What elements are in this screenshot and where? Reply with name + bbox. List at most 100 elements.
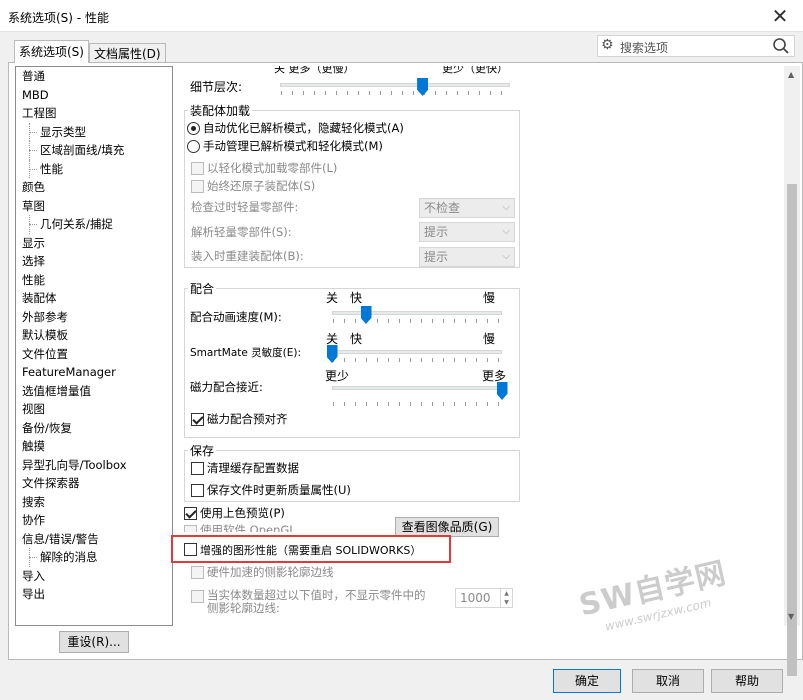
tree-item[interactable]: 导入 — [16, 567, 172, 586]
resolve-value: 提示 — [424, 225, 449, 239]
chk-hw-silhouette[interactable] — [191, 566, 204, 579]
tree-item[interactable]: 导出 — [16, 585, 172, 604]
tree-item[interactable]: 区域剖面线/填充 — [16, 141, 172, 160]
tree-item[interactable]: 选择 — [16, 252, 172, 271]
anim-speed-label: 配合动画速度(M): — [190, 310, 282, 324]
tree-item[interactable]: 外部参考 — [16, 308, 172, 327]
rebuild-value: 提示 — [424, 250, 449, 264]
tree-item[interactable]: 视图 — [16, 400, 172, 419]
radio-manual[interactable] — [187, 140, 200, 153]
chk-hide-silhouette[interactable] — [191, 590, 204, 603]
tree-item[interactable]: 默认模板 — [16, 326, 172, 345]
chk-purge-cache-label: 清理缓存配置数据 — [207, 461, 299, 475]
view-image-quality-button[interactable]: 查看图像品质(G) — [395, 517, 499, 537]
title-bar: 系统选项(S) - 性能 ✕ — [0, 0, 803, 32]
mate-title: 配合 — [188, 280, 217, 297]
tree-item[interactable]: 文件位置 — [16, 345, 172, 364]
smartmate-track[interactable] — [332, 350, 502, 354]
tree-item[interactable]: 装配体 — [16, 289, 172, 308]
scroll-down-icon[interactable]: ▼ — [788, 612, 794, 621]
spinner-arrows-icon[interactable]: ▲ ▼ — [500, 589, 512, 607]
chk-update-mass[interactable] — [191, 484, 204, 497]
smartmate-ticks — [332, 358, 502, 362]
close-icon[interactable]: ✕ — [757, 0, 803, 32]
tree-item[interactable]: 性能 — [16, 271, 172, 290]
sm-slow-label: 慢 — [483, 332, 496, 346]
magnet-label: 磁力配合接近: — [190, 380, 263, 394]
search-placeholder: 搜索选项 — [620, 41, 669, 55]
check-outdated-select[interactable]: 不检查 ⌵ — [419, 198, 515, 218]
chk-load-lightweight[interactable] — [191, 162, 204, 175]
chevron-down-icon: ⌵ — [502, 226, 510, 237]
silhouette-threshold-value: 1000 — [460, 591, 491, 605]
tree-item[interactable]: 草图 — [16, 197, 172, 216]
chk-shaded-preview[interactable] — [184, 507, 197, 520]
tree-item[interactable]: 协作 — [16, 511, 172, 530]
hide-silhouette-line2: 侧影轮廓边线: — [207, 601, 280, 615]
anim-fast-label: 快 — [350, 291, 363, 305]
tab-document-properties[interactable]: 文档属性(D) — [88, 43, 166, 64]
highlight-box — [171, 535, 451, 563]
chk-always-restore[interactable] — [191, 180, 204, 193]
chk-hw-silhouette-label: 硬件加速的侧影轮廓边线 — [207, 565, 334, 579]
window-title: 系统选项(S) - 性能 — [8, 11, 109, 25]
anim-speed-track[interactable] — [332, 311, 502, 315]
magnet-less-label: 更少 — [325, 369, 350, 383]
tree-item[interactable]: 备份/恢复 — [16, 419, 172, 438]
tree-item[interactable]: 搜索 — [16, 493, 172, 512]
resolve-label: 解析轻量零部件(S): — [191, 225, 292, 239]
vertical-scrollbar[interactable]: ▲ ▼ — [784, 66, 800, 676]
search-options-box[interactable]: ⚙ 搜索选项 — [597, 35, 795, 57]
resolve-select[interactable]: 提示 ⌵ — [419, 222, 515, 242]
ok-button[interactable]: 确定 — [553, 669, 621, 693]
scrollbar-thumb[interactable] — [787, 184, 797, 676]
tree-item[interactable]: 颜色 — [16, 178, 172, 197]
radio-manual-label: 手动管理已解析模式和轻化模式(M) — [203, 139, 383, 153]
tree-item[interactable]: 工程图 — [16, 104, 172, 123]
radio-auto-optimize[interactable] — [187, 122, 200, 135]
reset-button[interactable]: 重设(R)... — [59, 631, 129, 653]
gear-icon: ⚙ — [601, 37, 614, 53]
anim-speed-ticks — [332, 319, 502, 323]
save-title: 保存 — [188, 442, 217, 459]
cancel-button[interactable]: 取消 — [632, 669, 704, 693]
detail-less-label: 更少（更快） — [442, 66, 508, 75]
help-button[interactable]: 帮助 — [711, 669, 783, 693]
scroll-up-icon[interactable]: ▲ — [788, 70, 794, 79]
chk-shaded-preview-label: 使用上色预览(P) — [200, 506, 285, 520]
magnet-track[interactable] — [332, 386, 502, 390]
tree-item[interactable]: 普通 — [16, 67, 172, 86]
chk-software-opengl[interactable] — [184, 525, 197, 532]
tree-item[interactable]: 异型孔向导/Toolbox — [16, 456, 172, 475]
silhouette-threshold-spinner[interactable]: 1000 ▲ ▼ — [455, 588, 513, 608]
smartmate-label: SmartMate 灵敏度(E): — [190, 347, 302, 359]
tree-item[interactable]: FeatureManager — [16, 363, 172, 382]
tree-item[interactable]: 显示 — [16, 234, 172, 253]
tab-system-options[interactable]: 系统选项(S) — [14, 40, 89, 63]
tree-item[interactable]: MBD — [16, 86, 172, 105]
options-tree[interactable]: 普通 MBD 工程图 显示类型 区域剖面线/填充 性能 颜色 草图 几何关系/捕捉 显示 选择 性能装… — [15, 66, 173, 626]
tree-item[interactable]: 几何关系/捕捉 — [16, 215, 172, 234]
chk-purge-cache[interactable] — [191, 462, 204, 475]
magnet-ticks — [332, 402, 502, 406]
detail-level-label: 细节层次: — [190, 80, 243, 94]
rebuild-label: 装入时重建装配体(B): — [191, 249, 304, 263]
sm-fast-label: 快 — [350, 332, 363, 346]
tree-item[interactable]: 性能 — [16, 159, 172, 179]
check-outdated-label: 检查过时轻量零部件: — [191, 200, 299, 214]
tree-item[interactable]: 显示类型 — [16, 122, 172, 142]
tree-item[interactable]: 解除的消息 — [16, 548, 172, 567]
radio-auto-label: 自动优化已解析模式，隐藏轻化模式(A) — [203, 121, 404, 135]
tree-item[interactable]: 触摸 — [16, 437, 172, 456]
search-icon[interactable] — [772, 37, 790, 58]
tree-item[interactable]: 文件探索器 — [16, 474, 172, 493]
chk-load-lightweight-label: 以轻化模式加载零部件(L) — [207, 161, 338, 175]
tree-item[interactable]: 选值框增量值 — [16, 382, 172, 401]
chk-magnet-prealign[interactable] — [191, 413, 204, 426]
detail-level-ticks — [280, 91, 510, 95]
tree-item[interactable]: 信息/错误/警告 — [16, 530, 172, 549]
detail-more-label: 关 更多（更慢） — [274, 66, 355, 75]
detail-level-track[interactable] — [280, 83, 510, 87]
chevron-down-icon: ⌵ — [502, 202, 510, 213]
rebuild-select[interactable]: 提示 ⌵ — [419, 247, 515, 267]
